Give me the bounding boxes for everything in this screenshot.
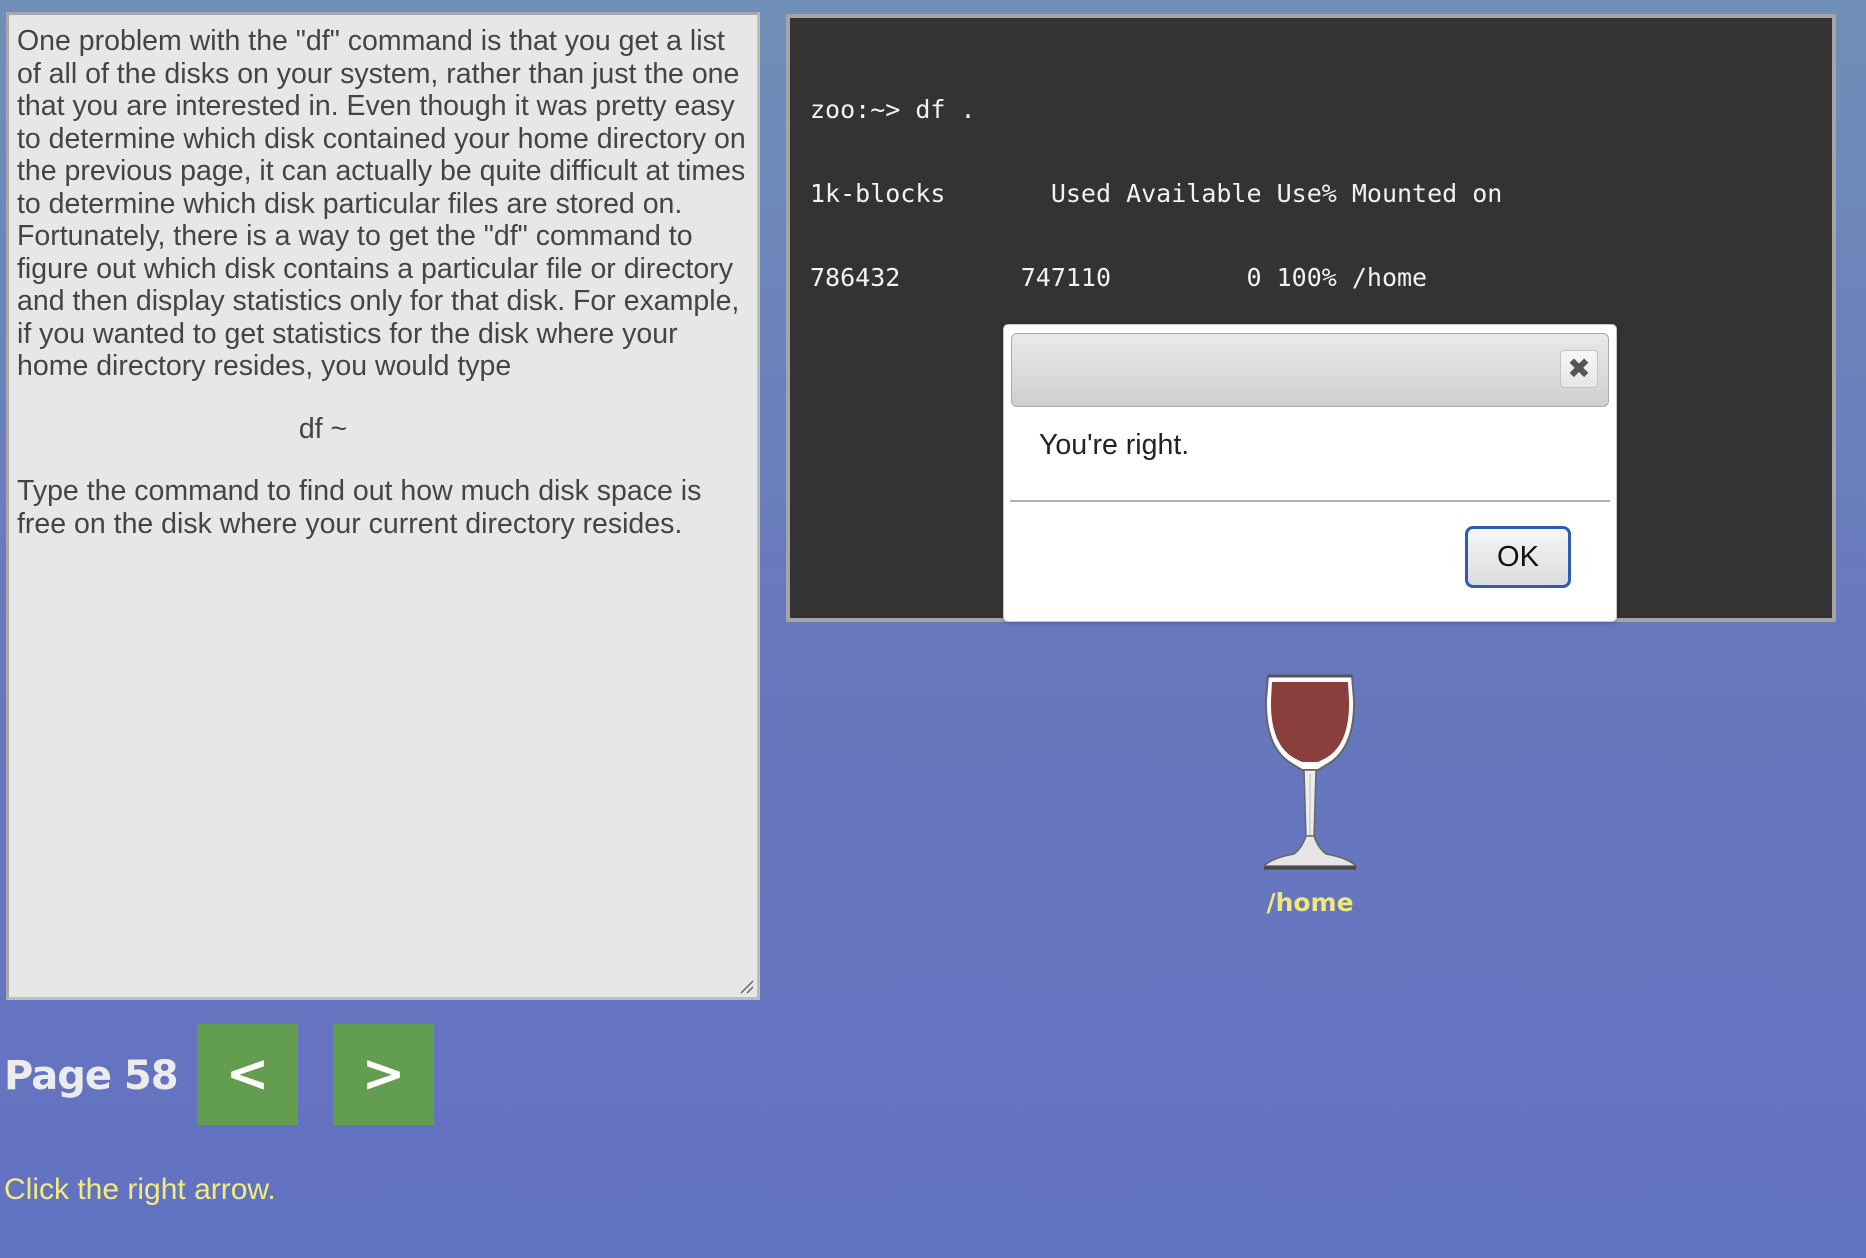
dialog-divider [1010, 500, 1610, 502]
instructions-paragraph-1: One problem with the "df" command is tha… [17, 25, 746, 382]
previous-page-button[interactable]: < [197, 1024, 298, 1125]
close-icon[interactable]: ✖ [1560, 350, 1598, 388]
dialog-message: You're right. [1039, 429, 1190, 461]
ok-button[interactable]: OK [1465, 526, 1571, 588]
example-command: df ~ [298, 412, 348, 445]
instructions-textarea[interactable]: One problem with the "df" command is tha… [6, 12, 760, 1000]
alert-dialog: ✖ You're right. OK [1003, 324, 1617, 622]
terminal-line-header: 1k-blocks Used Available Use% Mounted on [810, 179, 1503, 208]
terminal-line-prompt: zoo:~> df . [810, 95, 976, 124]
dialog-titlebar[interactable]: ✖ [1011, 333, 1609, 407]
hint-text: Click the right arrow. [4, 1173, 276, 1206]
wine-glass-icon[interactable] [1260, 670, 1360, 875]
terminal-line-output: 786432 747110 0 100% /home [810, 263, 1428, 292]
instructions-paragraph-2: Type the command to find out how much di… [17, 475, 702, 540]
disk-label: /home [1266, 888, 1354, 917]
page-number: Page 58 [4, 1053, 179, 1099]
resize-grip-icon[interactable] [738, 978, 754, 994]
next-page-button[interactable]: > [333, 1024, 434, 1125]
